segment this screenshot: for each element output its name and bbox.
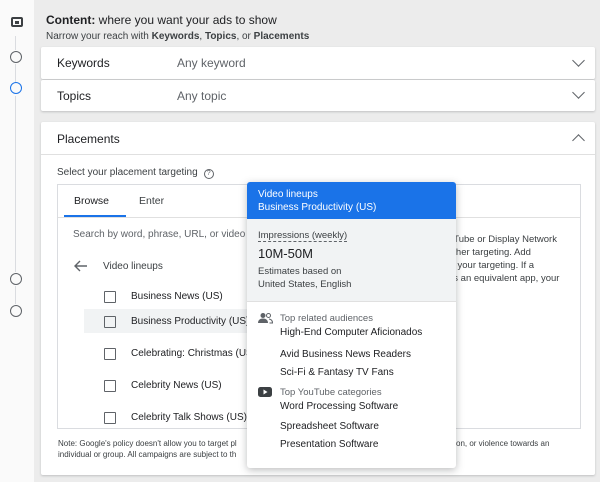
impressions-section: Impressions (weekly) 10M-50M Estimates b…: [247, 219, 456, 301]
step-dot-current[interactable]: [10, 82, 22, 94]
step-dot[interactable]: [10, 305, 22, 317]
impressions-label[interactable]: Impressions (weekly): [258, 230, 348, 242]
divider: [247, 301, 456, 302]
placement-help-text: uTube or Display Network other targeting…: [448, 234, 560, 284]
rail-line: [15, 286, 16, 304]
popup-subtitle: Business Productivity (US): [258, 202, 377, 213]
placements-label: Placements: [57, 132, 120, 146]
keywords-value: Any keyword: [177, 56, 246, 70]
step-rail: [0, 0, 34, 482]
checkbox[interactable]: [104, 380, 116, 392]
chevron-up-icon[interactable]: [572, 134, 585, 147]
tab-enter[interactable]: Enter: [139, 185, 164, 217]
popup-header: Video lineups Business Productivity (US): [247, 182, 456, 219]
checkbox[interactable]: [104, 291, 116, 303]
topics-label: Topics: [57, 89, 92, 103]
rail-line: [15, 96, 16, 272]
people-icon: [258, 312, 274, 328]
help-icon[interactable]: ?: [203, 169, 214, 179]
keywords-label: Keywords: [57, 56, 110, 70]
categories-heading: Top YouTube categories: [258, 386, 445, 399]
topics-value: Any topic: [177, 89, 227, 103]
topics-row[interactable]: Topics Any topic: [41, 80, 595, 111]
section-subtitle: Narrow your reach with Keywords, Topics,…: [46, 31, 310, 42]
audiences-heading: Top related audiences: [258, 312, 445, 325]
display-ad-icon: [11, 17, 23, 27]
category-item: Spreadsheet Software: [280, 421, 379, 432]
checkbox[interactable]: [104, 412, 116, 424]
category-item: Word Processing Software: [280, 401, 399, 412]
chevron-down-icon[interactable]: [572, 86, 585, 99]
section-title: Content: where you want your ads to show: [46, 13, 277, 27]
chevron-down-icon[interactable]: [572, 54, 585, 67]
rail-line: [15, 36, 16, 50]
popup-title: Video lineups: [258, 189, 318, 200]
popup-body: Top related audiences High-End Computer …: [247, 302, 456, 465]
divider: [41, 154, 595, 155]
placement-search-input[interactable]: Search by word, phrase, URL, or video ID: [73, 229, 258, 240]
checkbox[interactable]: [104, 348, 116, 360]
audience-item: Sci-Fi & Fantasy TV Fans: [280, 367, 394, 378]
checkbox[interactable]: [104, 316, 116, 328]
breadcrumb: Video lineups: [103, 261, 163, 272]
youtube-icon: [258, 387, 272, 401]
back-arrow-icon[interactable]: [73, 259, 89, 273]
placement-targeting-label: Select your placement targeting?: [57, 167, 214, 179]
impressions-value: 10M-50M: [258, 246, 313, 261]
tab-browse[interactable]: Browse: [74, 185, 109, 217]
step-dot[interactable]: [10, 51, 22, 63]
policy-note: Note: Google's policy doesn't allow you …: [58, 439, 550, 459]
placement-details-popup: Video lineups Business Productivity (US)…: [247, 182, 456, 468]
step-dot[interactable]: [10, 273, 22, 285]
audience-item: Avid Business News Readers: [280, 349, 411, 360]
estimates-text: Estimates based on United States, Englis…: [258, 266, 352, 290]
audience-item: High-End Computer Aficionados: [280, 327, 423, 338]
rail-line: [15, 64, 16, 82]
category-item: Presentation Software: [280, 439, 379, 450]
keywords-row[interactable]: Keywords Any keyword: [41, 47, 595, 79]
